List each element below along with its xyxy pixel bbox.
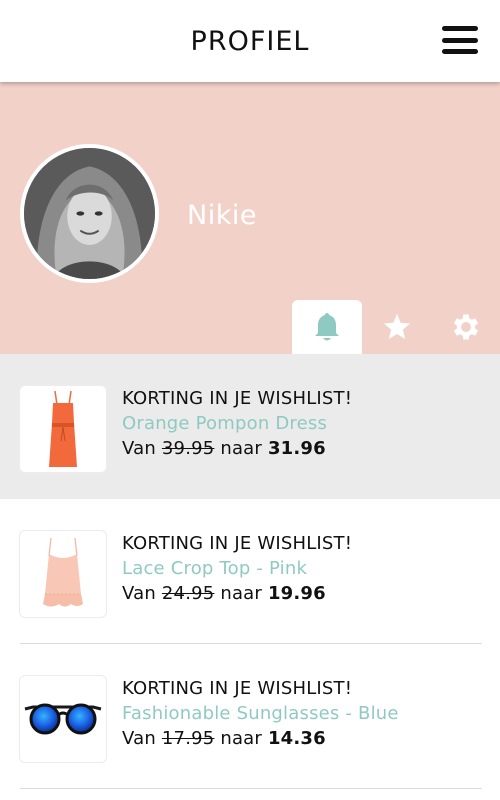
- notification-text: KORTING IN JE WISHLIST! Orange Pompon Dr…: [122, 386, 352, 462]
- new-price: 31.96: [267, 438, 326, 459]
- sunglasses-icon: [24, 703, 102, 735]
- new-price: 14.36: [267, 728, 326, 749]
- list-item[interactable]: KORTING IN JE WISHLIST! Lace Crop Top - …: [0, 499, 500, 644]
- notification-list: KORTING IN JE WISHLIST! Orange Pompon Dr…: [0, 354, 500, 800]
- price-from-label: Van: [122, 583, 156, 604]
- old-price: 17.95: [161, 728, 215, 749]
- price-from-label: Van: [122, 438, 156, 459]
- price-line: Van 24.95 naar 19.96: [122, 581, 352, 607]
- price-from-label: Van: [122, 728, 156, 749]
- product-thumbnail[interactable]: [20, 676, 106, 762]
- product-thumbnail[interactable]: [20, 531, 106, 617]
- new-price: 19.96: [267, 583, 326, 604]
- notification-text: KORTING IN JE WISHLIST! Lace Crop Top - …: [122, 531, 352, 607]
- product-link[interactable]: Orange Pompon Dress: [122, 411, 352, 436]
- list-item[interactable]: KORTING IN JE WISHLIST! Fashionable Sung…: [0, 644, 500, 789]
- star-icon: [383, 313, 411, 339]
- profile-name: Nikie: [187, 200, 257, 231]
- notification-headline: KORTING IN JE WISHLIST!: [122, 388, 353, 409]
- orange-dress-icon: [49, 390, 77, 467]
- tab-favorites[interactable]: [362, 300, 432, 354]
- product-link[interactable]: Lace Crop Top - Pink: [122, 556, 352, 581]
- app-header: PROFIEL: [0, 0, 500, 82]
- notification-headline: KORTING IN JE WISHLIST!: [122, 533, 353, 554]
- menu-bar: [442, 37, 478, 43]
- product-thumbnail[interactable]: [20, 386, 106, 472]
- avatar-photo: [24, 148, 155, 279]
- price-line: Van 17.95 naar 14.36: [122, 726, 399, 752]
- menu-bar: [442, 49, 478, 54]
- menu-bar: [442, 26, 478, 31]
- old-price: 39.95: [161, 438, 215, 459]
- product-link[interactable]: Fashionable Sunglasses - Blue: [122, 701, 399, 726]
- old-price: 24.95: [161, 583, 215, 604]
- page-title: PROFIEL: [190, 25, 310, 57]
- hamburger-menu-icon[interactable]: [442, 26, 478, 54]
- price-to-label: naar: [220, 438, 263, 459]
- pink-top-icon: [43, 537, 83, 607]
- tab-notifications[interactable]: [292, 300, 362, 354]
- bell-icon: [315, 313, 339, 341]
- price-line: Van 39.95 naar 31.96: [122, 436, 352, 462]
- notification-headline: KORTING IN JE WISHLIST!: [122, 678, 353, 699]
- list-item[interactable]: KORTING IN JE WISHLIST! Orange Pompon Dr…: [0, 354, 500, 499]
- tab-settings[interactable]: [431, 300, 500, 354]
- gear-icon: [453, 314, 479, 340]
- avatar[interactable]: [20, 144, 159, 283]
- price-to-label: naar: [220, 583, 263, 604]
- profile-banner: Nikie: [0, 82, 500, 354]
- notification-text: KORTING IN JE WISHLIST! Fashionable Sung…: [122, 676, 399, 752]
- divider: [20, 788, 482, 789]
- price-to-label: naar: [220, 728, 263, 749]
